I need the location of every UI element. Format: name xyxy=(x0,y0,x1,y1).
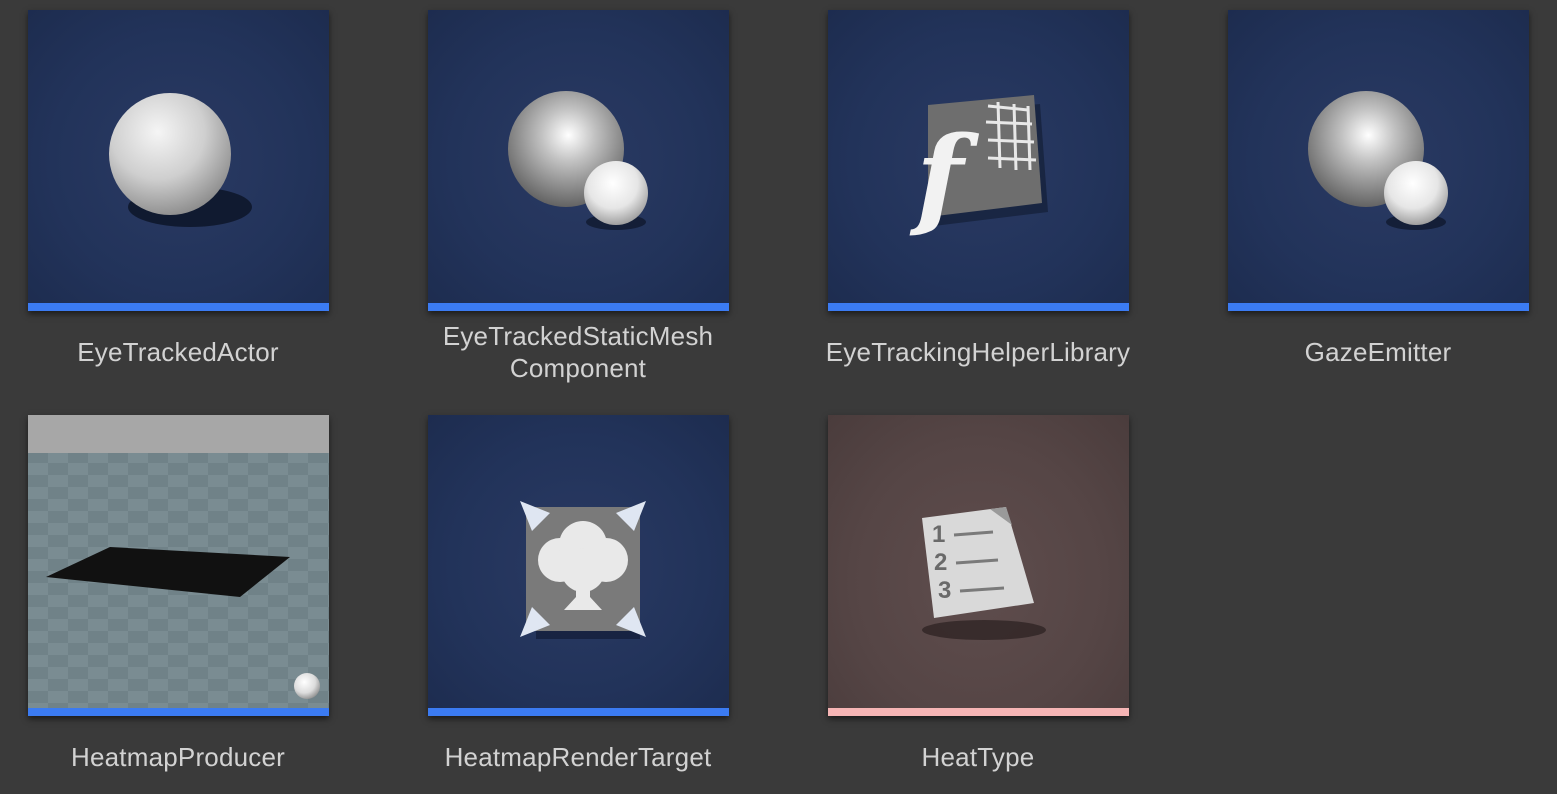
content-browser-asset-grid: EyeTrackedActor EyeTrackedStaticMesh Com… xyxy=(0,0,1557,794)
sphere-actor-icon xyxy=(109,93,252,227)
level-preview-thumbnail xyxy=(28,415,329,716)
asset-name-label: GazeEmitter xyxy=(1304,337,1452,367)
asset-thumbnail[interactable] xyxy=(28,415,329,716)
asset-thumbnail[interactable] xyxy=(428,10,729,311)
component-spheres-icon xyxy=(508,91,648,230)
asset-thumbnail[interactable]: f xyxy=(828,10,1129,311)
render-target-icon xyxy=(520,501,646,639)
svg-text:1: 1 xyxy=(932,521,945,548)
asset-thumbnail[interactable]: 1 2 3 xyxy=(828,415,1129,716)
asset-tile-gaze-emitter[interactable]: GazeEmitter xyxy=(1200,0,1557,400)
asset-type-color-bar xyxy=(828,708,1129,716)
asset-name-line-1: EyeTrackedStaticMesh xyxy=(442,321,714,351)
asset-tile-eye-tracked-static-mesh-component[interactable]: EyeTrackedStaticMesh Component xyxy=(400,0,800,400)
asset-type-color-bar xyxy=(828,303,1129,311)
asset-tile-heatmap-producer[interactable]: HeatmapProducer xyxy=(0,405,400,794)
svg-text:2: 2 xyxy=(934,549,947,576)
asset-thumbnail[interactable] xyxy=(28,10,329,311)
asset-name-label: HeatmapProducer xyxy=(71,742,285,772)
asset-tile-eye-tracking-helper-library[interactable]: f EyeTrackingHelperLibrary xyxy=(800,0,1200,400)
asset-type-color-bar xyxy=(28,303,329,311)
asset-name-line-2: Component xyxy=(509,353,647,383)
asset-name-label: EyeTrackedActor xyxy=(77,337,279,367)
asset-name-label: HeatType xyxy=(921,742,1035,772)
asset-type-color-bar xyxy=(28,708,329,716)
svg-text:3: 3 xyxy=(938,577,951,604)
asset-tile-eye-tracked-actor[interactable]: EyeTrackedActor xyxy=(0,0,400,400)
enum-list-icon: 1 2 3 xyxy=(922,507,1046,640)
asset-thumbnail[interactable] xyxy=(428,415,729,716)
asset-type-color-bar xyxy=(428,303,729,311)
asset-tile-heat-type[interactable]: 1 2 3 HeatType xyxy=(800,405,1200,794)
asset-type-color-bar xyxy=(428,708,729,716)
asset-type-color-bar xyxy=(1228,303,1529,311)
component-spheres-icon xyxy=(1308,91,1448,230)
asset-thumbnail[interactable] xyxy=(1228,10,1529,311)
asset-tile-heatmap-render-target[interactable]: HeatmapRenderTarget xyxy=(400,405,800,794)
asset-name-label: HeatmapRenderTarget xyxy=(444,742,712,772)
function-library-icon: f xyxy=(909,95,1048,241)
asset-name-label: EyeTrackingHelperLibrary xyxy=(825,337,1131,367)
asset-name-label: EyeTrackedStaticMesh Component xyxy=(400,320,756,384)
